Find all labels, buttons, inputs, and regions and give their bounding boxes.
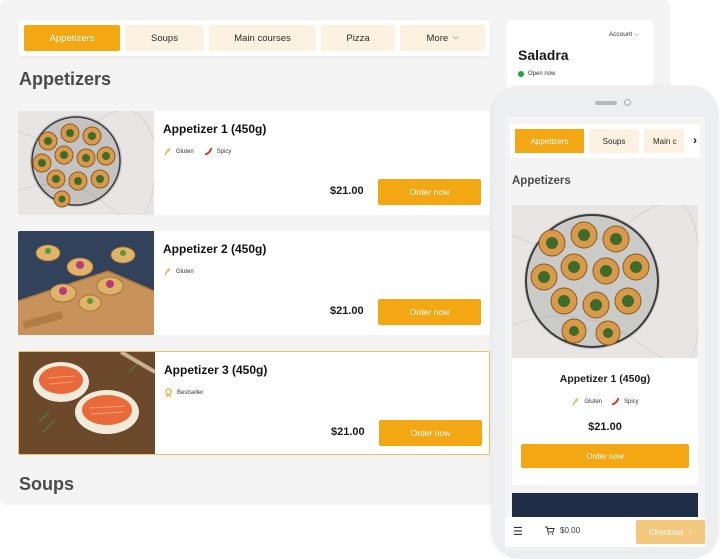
tag-gluten: Gluten	[163, 147, 194, 156]
mobile-category-tabbar: Appetizers Soups Main c ›	[510, 124, 700, 158]
tab-label: Main c	[653, 136, 677, 146]
tab-label: Appetizers	[530, 136, 569, 146]
restaurant-name: Saladra	[518, 47, 569, 63]
food-photo	[512, 205, 698, 358]
chili-icon	[204, 147, 213, 156]
item-name: Appetizer 3 (450g)	[164, 363, 268, 377]
menu-item-card[interactable]: Appetizer 2 (450g) Gluten $21.00 Order n…	[18, 231, 490, 335]
item-tags: Gluten Spicy	[512, 397, 698, 406]
chili-icon	[611, 397, 620, 406]
food-photo	[18, 111, 154, 215]
cart-total: $0.00	[560, 526, 581, 535]
order-now-button[interactable]: Order now	[379, 420, 482, 446]
tab-more[interactable]: More ⌵	[400, 25, 485, 51]
tab-label: Pizza	[346, 32, 370, 44]
category-tabbar: Appetizers Soups Main courses Pizza More…	[18, 20, 490, 56]
tag-spicy: Spicy	[611, 397, 639, 406]
item-price: $21.00	[330, 185, 364, 197]
tab-label: More	[426, 32, 449, 44]
section-title-appetizers: Appetizers	[19, 69, 112, 89]
tab-main-courses[interactable]: Main courses	[209, 25, 316, 51]
wheat-icon	[164, 268, 171, 276]
tag-label: Gluten	[584, 398, 602, 405]
food-photo	[19, 352, 155, 454]
tag-label: Gluten	[176, 148, 194, 155]
status-dot-icon	[518, 71, 524, 77]
mobile-screen: Appetizers Soups Main c › Appetizers App…	[505, 117, 705, 547]
chevron-down-icon: ⌵	[634, 31, 639, 38]
chevron-right-icon: ›	[689, 527, 692, 537]
order-now-button[interactable]: Order now	[521, 444, 689, 468]
mobile-tab-main-courses[interactable]: Main c	[644, 129, 684, 153]
tab-appetizers[interactable]: Appetizers	[24, 25, 120, 51]
tag-label: Bestseller	[177, 389, 204, 396]
account-menu[interactable]: Account ⌵	[609, 31, 639, 39]
cart-summary[interactable]: $0.00	[545, 526, 580, 535]
mobile-section-title: Appetizers	[512, 175, 571, 187]
status-label: Open now	[528, 71, 556, 77]
tag-label: Spicy	[216, 148, 232, 155]
phone-speaker	[595, 101, 617, 105]
item-name: Appetizer 2 (450g)	[163, 242, 267, 256]
item-price: $21.00	[330, 305, 364, 317]
menu-item-card[interactable]: Appetizer 3 (450g) Bestseller $21.00 Ord…	[18, 351, 490, 455]
tag-spicy: Spicy	[204, 147, 232, 156]
account-label: Account	[608, 31, 633, 38]
checkout-button[interactable]: Checkout ›	[636, 520, 705, 544]
item-price: $21.00	[331, 426, 365, 438]
mobile-menu-item-card[interactable]: Appetizer 1 (450g) Gluten Spicy $21.00 O…	[512, 205, 698, 485]
item-price: $21.00	[588, 421, 622, 433]
mobile-tab-soups[interactable]: Soups	[589, 129, 639, 153]
chevron-right-icon[interactable]: ›	[693, 133, 697, 147]
tab-soups[interactable]: Soups	[125, 25, 204, 51]
tab-label: Soups	[151, 32, 178, 44]
mobile-tab-appetizers[interactable]: Appetizers	[515, 129, 584, 153]
phone-frame: Appetizers Soups Main c › Appetizers App…	[492, 86, 718, 557]
award-icon	[165, 388, 172, 397]
chevron-down-icon: ⌵	[453, 34, 459, 41]
cart-icon	[545, 526, 555, 535]
open-status: Open now	[518, 71, 555, 77]
order-now-button[interactable]: Order now	[378, 299, 481, 325]
tab-label: Appetizers	[49, 32, 95, 44]
hamburger-menu-icon[interactable]: ☰	[513, 525, 523, 538]
tag-label: Spicy	[624, 398, 639, 405]
menu-item-card[interactable]: Appetizer 1 (450g) Gluten Spicy $21.00 O…	[18, 111, 490, 215]
food-photo	[18, 231, 154, 335]
tab-label: Main courses	[234, 32, 291, 44]
item-name: Appetizer 1 (450g)	[559, 373, 651, 385]
tag-label: Gluten	[176, 268, 194, 275]
order-now-button[interactable]: Order now	[378, 179, 481, 205]
section-title-soups: Soups	[19, 474, 75, 494]
item-name: Appetizer 1 (450g)	[163, 122, 267, 136]
phone-camera	[624, 99, 631, 106]
wheat-icon	[164, 148, 171, 156]
item-tags: Gluten	[163, 267, 194, 276]
item-tags: Bestseller	[164, 388, 203, 397]
checkout-label: Checkout	[649, 527, 684, 537]
tag-gluten: Gluten	[571, 397, 602, 406]
tag-bestseller: Bestseller	[164, 388, 203, 397]
mobile-bottom-bar: ☰ $0.00 Checkout ›	[505, 517, 705, 547]
item-tags: Gluten Spicy	[163, 147, 231, 156]
tab-pizza[interactable]: Pizza	[321, 25, 395, 51]
tab-label: Soups	[602, 136, 626, 146]
wheat-icon	[572, 398, 579, 406]
tag-gluten: Gluten	[163, 267, 194, 276]
